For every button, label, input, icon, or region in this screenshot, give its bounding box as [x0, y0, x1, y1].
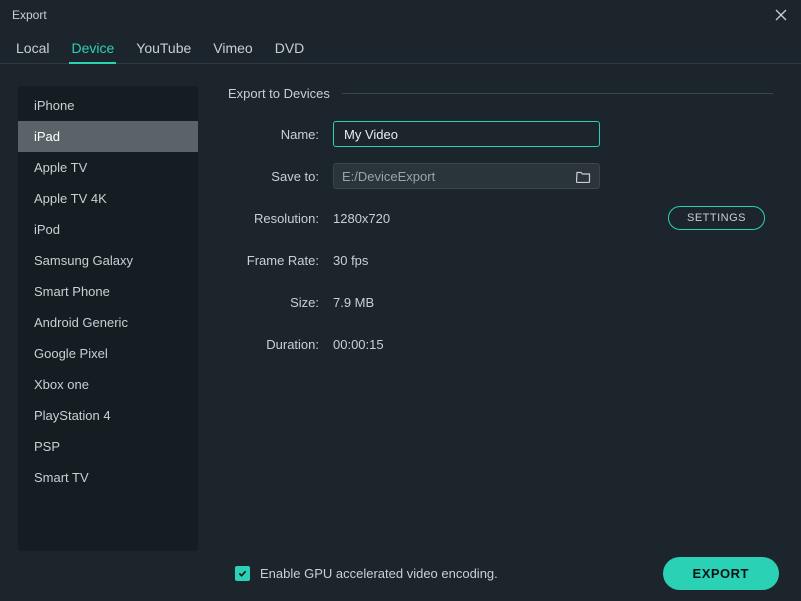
export-form: Export to Devices Name: Save to: E:/Devi…: [228, 86, 783, 551]
sidebar-item-android-generic[interactable]: Android Generic: [18, 307, 198, 338]
window-title: Export: [12, 8, 47, 22]
saveto-label: Save to:: [228, 169, 333, 184]
name-input[interactable]: [333, 121, 600, 147]
sidebar-item-smart-phone[interactable]: Smart Phone: [18, 276, 198, 307]
tab-youtube[interactable]: YouTube: [134, 34, 193, 63]
sidebar-item-iphone[interactable]: iPhone: [18, 90, 198, 121]
tab-vimeo[interactable]: Vimeo: [211, 34, 254, 63]
gpu-label: Enable GPU accelerated video encoding.: [260, 566, 498, 581]
saveto-field[interactable]: E:/DeviceExport: [333, 163, 600, 189]
gpu-checkbox-wrap[interactable]: Enable GPU accelerated video encoding.: [235, 566, 498, 581]
size-value: 7.9 MB: [333, 295, 374, 310]
footer-bar: Enable GPU accelerated video encoding. E…: [0, 545, 801, 601]
device-sidebar: iPhoneiPadApple TVApple TV 4KiPodSamsung…: [18, 86, 198, 551]
sidebar-item-ipod[interactable]: iPod: [18, 214, 198, 245]
close-icon: [775, 9, 787, 21]
size-label: Size:: [228, 295, 333, 310]
close-button[interactable]: [773, 7, 789, 23]
sidebar-item-google-pixel[interactable]: Google Pixel: [18, 338, 198, 369]
check-icon: [238, 569, 247, 578]
section-title: Export to Devices: [228, 86, 330, 101]
gpu-checkbox[interactable]: [235, 566, 250, 581]
resolution-label: Resolution:: [228, 211, 333, 226]
sidebar-item-samsung-galaxy[interactable]: Samsung Galaxy: [18, 245, 198, 276]
sidebar-item-apple-tv-4k[interactable]: Apple TV 4K: [18, 183, 198, 214]
resolution-value: 1280x720: [333, 211, 390, 226]
sidebar-item-smart-tv[interactable]: Smart TV: [18, 462, 198, 493]
name-label: Name:: [228, 127, 333, 142]
duration-value: 00:00:15: [333, 337, 384, 352]
titlebar: Export: [0, 0, 801, 30]
main-content: iPhoneiPadApple TVApple TV 4KiPodSamsung…: [0, 64, 801, 561]
framerate-value: 30 fps: [333, 253, 368, 268]
framerate-label: Frame Rate:: [228, 253, 333, 268]
tabs-bar: Local Device YouTube Vimeo DVD: [0, 30, 801, 64]
sidebar-item-playstation-4[interactable]: PlayStation 4: [18, 400, 198, 431]
sidebar-item-psp[interactable]: PSP: [18, 431, 198, 462]
section-divider: [342, 93, 773, 94]
tab-local[interactable]: Local: [14, 34, 51, 63]
sidebar-item-ipad[interactable]: iPad: [18, 121, 198, 152]
folder-icon[interactable]: [576, 170, 591, 183]
saveto-path: E:/DeviceExport: [342, 169, 568, 184]
tab-device[interactable]: Device: [69, 34, 116, 63]
sidebar-item-xbox-one[interactable]: Xbox one: [18, 369, 198, 400]
settings-button[interactable]: SETTINGS: [668, 206, 765, 230]
duration-label: Duration:: [228, 337, 333, 352]
export-button[interactable]: EXPORT: [663, 557, 779, 590]
sidebar-item-apple-tv[interactable]: Apple TV: [18, 152, 198, 183]
tab-dvd[interactable]: DVD: [273, 34, 307, 63]
